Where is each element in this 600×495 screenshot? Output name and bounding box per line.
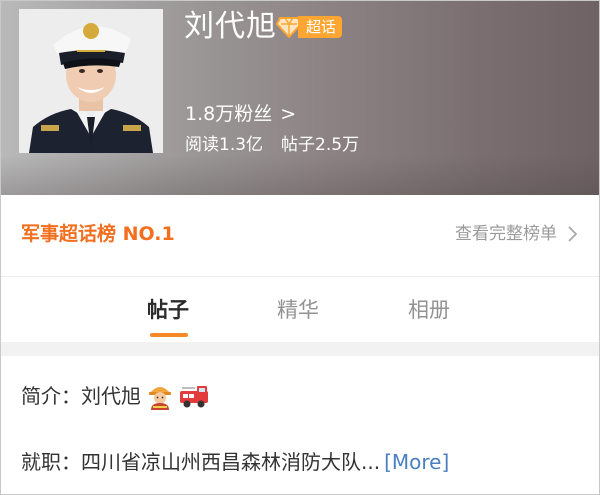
tab-posts[interactable]: 帖子 [147, 296, 189, 324]
fire-engine-icon [179, 383, 209, 409]
job-row: 就职：四川省凉山州西昌森林消防大队... [More] [21, 445, 449, 479]
section-divider [1, 342, 599, 356]
chevron-right-icon: > [280, 103, 297, 125]
more-link[interactable]: [More] [384, 450, 449, 474]
post-count: 帖子2.5万 [281, 135, 360, 155]
tab-album[interactable]: 相册 [408, 296, 450, 324]
super-topic-page: 刘代旭 超话 1.8万粉丝 > 阅读1.3亿 帖子2.5万 军事超话榜 NO.1… [0, 0, 600, 495]
super-topic-label: 超话 [298, 16, 343, 38]
topic-name: 刘代旭 [184, 9, 277, 44]
profile-header: 刘代旭 超话 1.8万粉丝 > 阅读1.3亿 帖子2.5万 [1, 1, 599, 195]
fans-count: 1.8万粉丝 [185, 103, 273, 125]
read-count: 阅读1.3亿 [185, 135, 264, 155]
super-topic-badge: 超话 [276, 15, 343, 39]
firefighter-icon [147, 382, 173, 410]
intro-value: 刘代旭 [81, 384, 141, 408]
intro-label: 简介： [21, 384, 81, 408]
ranking-row[interactable]: 军事超话榜 NO.1 查看完整榜单 [1, 195, 599, 277]
topic-stats: 阅读1.3亿 帖子2.5万 [185, 133, 359, 157]
view-full-ranking-link[interactable]: 查看完整榜单 [455, 222, 577, 246]
ranking-title: 军事超话榜 NO.1 [21, 223, 175, 245]
tab-bar: 帖子 精华 相册 [1, 278, 599, 342]
active-tab-indicator [150, 333, 188, 337]
view-full-ranking-label: 查看完整榜单 [455, 224, 557, 244]
fans-link[interactable]: 1.8万粉丝 > [185, 101, 296, 127]
chevron-right-icon [568, 226, 577, 242]
avatar[interactable] [19, 9, 163, 153]
tab-highlights[interactable]: 精华 [277, 296, 319, 324]
job-value: 四川省凉山州西昌森林消防大队... [81, 450, 381, 474]
job-label: 就职： [21, 450, 81, 474]
intro-row: 简介： 刘代旭 [21, 379, 209, 413]
